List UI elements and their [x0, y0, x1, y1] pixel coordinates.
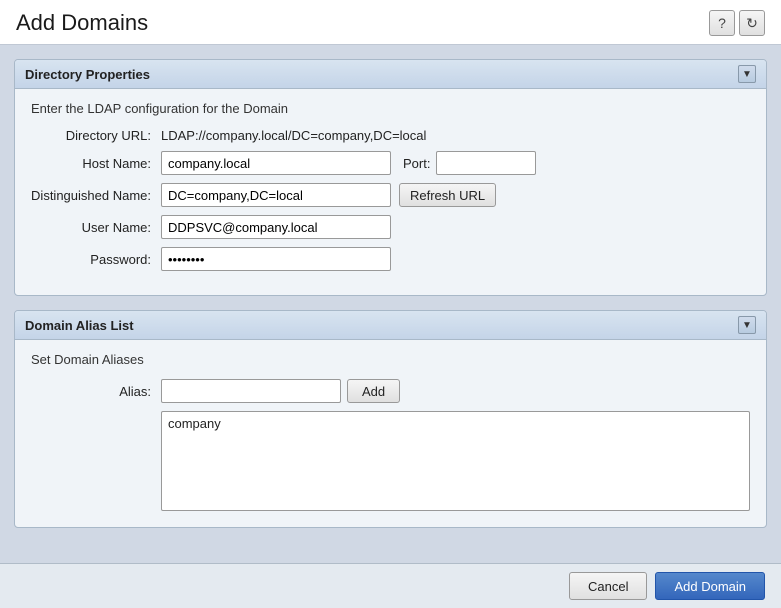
- distinguished-name-input[interactable]: [161, 183, 391, 207]
- host-name-input[interactable]: [161, 151, 391, 175]
- directory-url-label: Directory URL:: [31, 128, 161, 143]
- password-input[interactable]: [161, 247, 391, 271]
- directory-properties-body: Enter the LDAP configuration for the Dom…: [15, 89, 766, 295]
- user-name-row: User Name:: [31, 215, 750, 239]
- page-header: Add Domains ? ↻: [0, 0, 781, 45]
- footer: Cancel Add Domain: [0, 563, 781, 608]
- header-icons: ? ↻: [709, 10, 765, 36]
- alias-label: Alias:: [31, 384, 161, 399]
- host-name-row: Host Name: Port:: [31, 151, 750, 175]
- directory-properties-header: Directory Properties ▼: [15, 60, 766, 89]
- alias-list: company: [161, 411, 750, 511]
- alias-input[interactable]: [161, 379, 341, 403]
- domain-alias-collapse-btn[interactable]: ▼: [738, 316, 756, 334]
- directory-properties-description: Enter the LDAP configuration for the Dom…: [31, 101, 750, 116]
- distinguished-name-label: Distinguished Name:: [31, 188, 161, 203]
- directory-properties-title: Directory Properties: [25, 67, 150, 82]
- page-title: Add Domains: [16, 10, 148, 36]
- alias-list-item: company: [168, 416, 743, 431]
- alias-row: Alias: Add: [31, 379, 750, 403]
- add-alias-button[interactable]: Add: [347, 379, 400, 403]
- user-name-label: User Name:: [31, 220, 161, 235]
- domain-alias-description: Set Domain Aliases: [31, 352, 750, 367]
- main-content: Directory Properties ▼ Enter the LDAP co…: [0, 45, 781, 563]
- directory-url-row: Directory URL: LDAP://company.local/DC=c…: [31, 128, 750, 143]
- domain-alias-title: Domain Alias List: [25, 318, 134, 333]
- host-name-label: Host Name:: [31, 156, 161, 171]
- port-label: Port:: [403, 156, 430, 171]
- directory-properties-panel: Directory Properties ▼ Enter the LDAP co…: [14, 59, 767, 296]
- add-domain-button[interactable]: Add Domain: [655, 572, 765, 600]
- distinguished-name-row: Distinguished Name: Refresh URL: [31, 183, 750, 207]
- domain-alias-panel: Domain Alias List ▼ Set Domain Aliases A…: [14, 310, 767, 528]
- directory-properties-collapse-btn[interactable]: ▼: [738, 65, 756, 83]
- cancel-button[interactable]: Cancel: [569, 572, 647, 600]
- help-icon[interactable]: ?: [709, 10, 735, 36]
- domain-alias-header: Domain Alias List ▼: [15, 311, 766, 340]
- password-row: Password:: [31, 247, 750, 271]
- port-input[interactable]: [436, 151, 536, 175]
- domain-alias-body: Set Domain Aliases Alias: Add company: [15, 340, 766, 527]
- user-name-input[interactable]: [161, 215, 391, 239]
- password-label: Password:: [31, 252, 161, 267]
- directory-url-value: LDAP://company.local/DC=company,DC=local: [161, 128, 426, 143]
- refresh-url-button[interactable]: Refresh URL: [399, 183, 496, 207]
- refresh-icon[interactable]: ↻: [739, 10, 765, 36]
